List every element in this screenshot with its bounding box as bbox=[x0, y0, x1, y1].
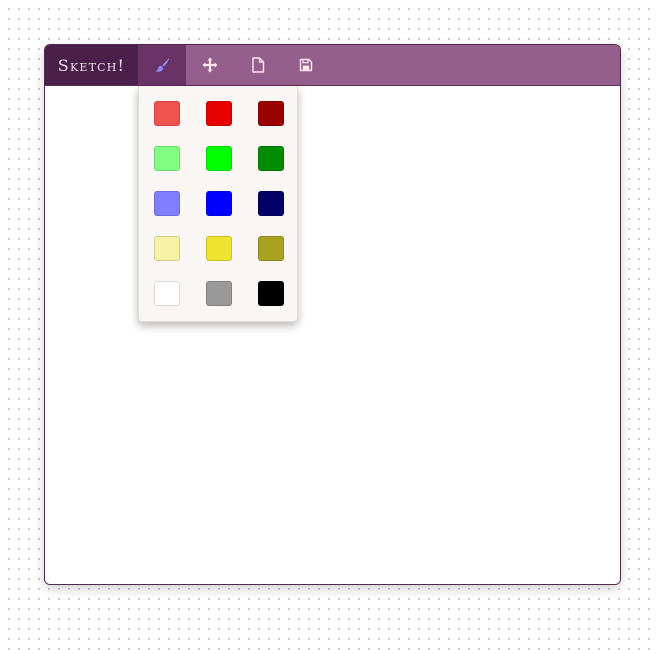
app-brand: Sketch! bbox=[45, 45, 138, 85]
color-swatch[interactable] bbox=[206, 191, 232, 216]
color-swatch[interactable] bbox=[154, 101, 180, 126]
color-swatch[interactable] bbox=[154, 236, 180, 261]
color-swatch[interactable] bbox=[258, 191, 284, 216]
drawing-canvas[interactable] bbox=[45, 86, 620, 584]
color-palette-dropdown bbox=[138, 86, 298, 322]
color-swatch[interactable] bbox=[154, 146, 180, 171]
move-tool-button[interactable] bbox=[186, 45, 234, 85]
move-icon bbox=[202, 57, 218, 73]
brush-tool-button[interactable] bbox=[138, 45, 186, 85]
new-file-icon bbox=[252, 57, 265, 73]
sketch-app-window: Sketch! bbox=[44, 44, 621, 585]
color-swatch[interactable] bbox=[206, 101, 232, 126]
new-file-button[interactable] bbox=[234, 45, 282, 85]
save-button[interactable] bbox=[282, 45, 330, 85]
color-swatch[interactable] bbox=[154, 191, 180, 216]
color-swatch[interactable] bbox=[258, 101, 284, 126]
color-swatch[interactable] bbox=[154, 281, 180, 306]
swatch-grid bbox=[154, 101, 284, 306]
color-swatch[interactable] bbox=[258, 281, 284, 306]
color-swatch[interactable] bbox=[258, 146, 284, 171]
toolbar: Sketch! bbox=[45, 45, 620, 86]
brush-icon bbox=[155, 58, 170, 72]
color-swatch[interactable] bbox=[206, 146, 232, 171]
save-icon bbox=[299, 58, 313, 72]
color-swatch[interactable] bbox=[206, 281, 232, 306]
color-swatch[interactable] bbox=[206, 236, 232, 261]
color-swatch[interactable] bbox=[258, 236, 284, 261]
